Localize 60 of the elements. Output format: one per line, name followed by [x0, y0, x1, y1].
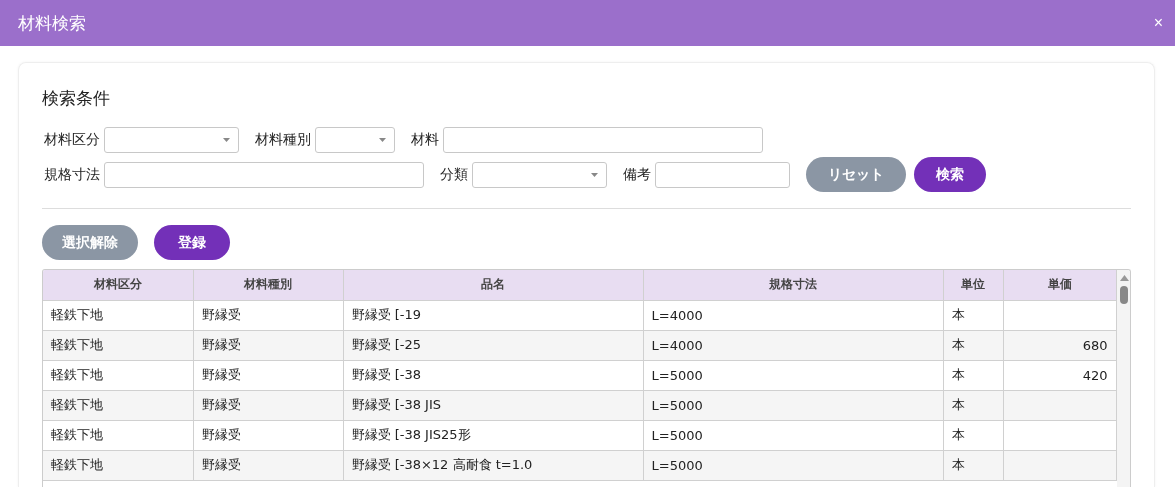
table-cell: 野縁受 [-38×12 高耐食 t=1.0 — [343, 450, 643, 480]
window-title: 材料検索 — [18, 11, 86, 35]
table-cell: 野縁受 [-38 — [343, 360, 643, 390]
table-cell: 野縁受 — [193, 360, 343, 390]
table-cell: 野縁受 — [193, 330, 343, 360]
column-header[interactable]: 規格寸法 — [643, 270, 943, 300]
column-header[interactable]: 単位 — [943, 270, 1003, 300]
table-cell: 野縁受 — [193, 300, 343, 330]
table-cell: 本 — [943, 360, 1003, 390]
section-heading: 検索条件 — [42, 87, 111, 110]
table-cell: 420 — [1003, 360, 1116, 390]
dropdown-field[interactable] — [472, 161, 607, 188]
table-cell: 野縁受 [-19 — [343, 300, 643, 330]
table-cell: 軽鉄下地 — [43, 360, 193, 390]
dropdown-field[interactable] — [104, 126, 239, 153]
column-header[interactable]: 材料区分 — [43, 270, 193, 300]
text-field[interactable] — [655, 161, 790, 188]
table-cell: 本 — [943, 390, 1003, 420]
text-field[interactable] — [104, 161, 424, 188]
table-cell: L=5000 — [643, 360, 943, 390]
table-cell: L=5000 — [643, 450, 943, 480]
table-cell: 680 — [1003, 330, 1116, 360]
text-field[interactable] — [443, 126, 763, 153]
field-label: 規格寸法 — [44, 165, 100, 184]
table-cell: L=4000 — [643, 300, 943, 330]
register-button[interactable]: 登録 — [154, 225, 230, 260]
table-cell: 野縁受 [-38 JIS — [343, 390, 643, 420]
column-header[interactable]: 材料種別 — [193, 270, 343, 300]
table-cell: 野縁受 — [193, 420, 343, 450]
table-cell: 軽鉄下地 — [43, 420, 193, 450]
table-cell: 軽鉄下地 — [43, 300, 193, 330]
table-cell: 本 — [943, 300, 1003, 330]
field-label: 材料区分 — [44, 130, 100, 149]
caret-icon — [379, 137, 386, 142]
table-cell: 軽鉄下地 — [43, 450, 193, 480]
scroll-up-icon[interactable] — [1119, 275, 1129, 281]
dropdown-field[interactable] — [315, 126, 395, 153]
table-cell: L=5000 — [643, 420, 943, 450]
column-header[interactable]: 品名 — [343, 270, 643, 300]
table-cell: 本 — [943, 450, 1003, 480]
table-cell: 軽鉄下地 — [43, 330, 193, 360]
table-cell: L=5000 — [643, 390, 943, 420]
table-cell: 本 — [943, 330, 1003, 360]
table-cell: 野縁受 [-25 — [343, 330, 643, 360]
field-label: 材料 — [411, 130, 439, 149]
caret-icon — [591, 172, 598, 177]
table-cell: 軽鉄下地 — [43, 390, 193, 420]
table-cell: 野縁受 [-38 JIS25形 — [343, 420, 643, 450]
field-label: 分類 — [440, 165, 468, 184]
table-cell: 本 — [943, 420, 1003, 450]
table-cell: 野縁受 — [193, 450, 343, 480]
field-label: 備考 — [623, 165, 651, 184]
search-button[interactable]: 検索 — [914, 157, 986, 192]
column-header[interactable]: 単価 — [1003, 270, 1116, 300]
table-cell: 野縁受 — [193, 390, 343, 420]
table-cell: L=4000 — [643, 330, 943, 360]
close-button[interactable]: × — [1153, 14, 1163, 32]
caret-icon — [223, 137, 230, 142]
field-label: 材料種別 — [255, 130, 311, 149]
scrollbar-thumb[interactable] — [1120, 286, 1128, 304]
